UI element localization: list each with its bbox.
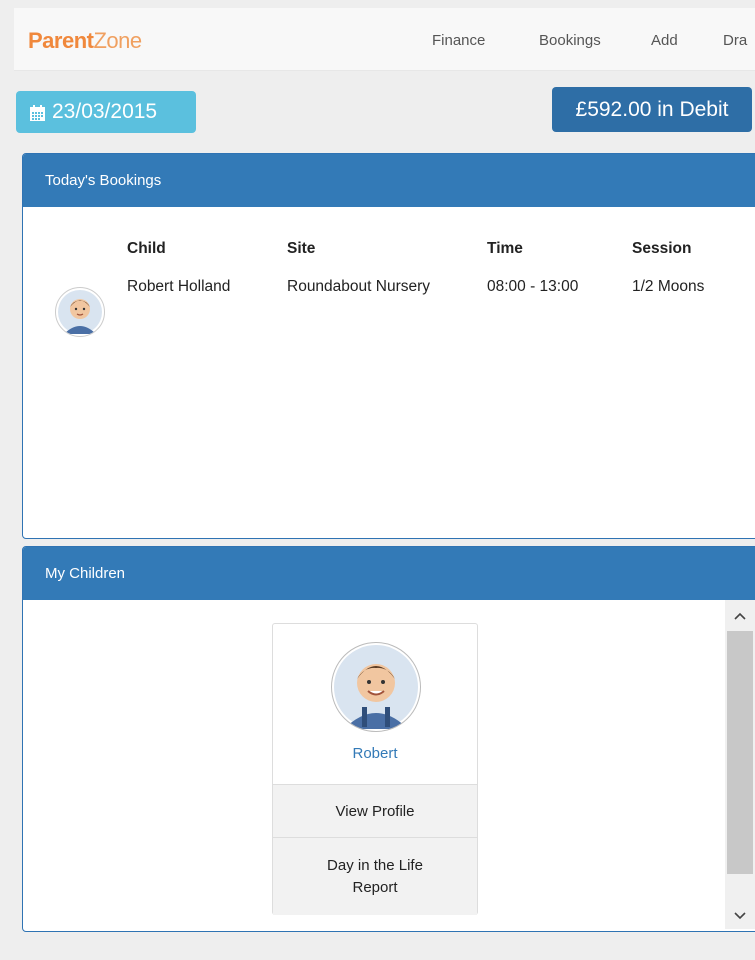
scroll-down-arrow-icon[interactable] xyxy=(725,907,755,923)
scrollbar[interactable] xyxy=(725,600,755,929)
nav-bookings[interactable]: Bookings xyxy=(539,32,601,49)
date-text: 23/03/2015 xyxy=(52,100,158,123)
nav-dra[interactable]: Dra xyxy=(723,32,747,49)
col-session: Session xyxy=(632,240,692,257)
col-site: Site xyxy=(287,240,316,257)
report-label-line1: Day in the Life xyxy=(327,857,423,874)
date-selector[interactable]: 23/03/2015 xyxy=(16,91,196,133)
table-row: Robert Holland Roundabout Nursery 08:00 … xyxy=(47,278,752,296)
child-card: Robert View Profile Day in the Life Repo… xyxy=(272,623,478,915)
col-time: Time xyxy=(487,240,523,257)
report-label-line2: Report xyxy=(352,879,398,896)
cell-time: 08:00 - 13:00 xyxy=(487,278,579,295)
calendar-icon xyxy=(29,104,46,121)
nav-add[interactable]: Add xyxy=(651,32,678,49)
child-avatar xyxy=(55,287,105,337)
panel-title: Today's Bookings xyxy=(23,154,755,207)
brand-logo[interactable]: ParentZone xyxy=(28,28,142,54)
child-name-link[interactable]: Robert xyxy=(273,745,477,762)
child-photo[interactable] xyxy=(331,642,421,732)
cell-site: Roundabout Nursery xyxy=(287,278,431,295)
scrollbar-thumb[interactable] xyxy=(727,631,753,874)
cell-child: Robert Holland xyxy=(127,278,231,295)
panel-title: My Children xyxy=(23,547,755,600)
col-child: Child xyxy=(127,240,166,257)
todays-bookings-panel: Today's Bookings Child Site Time Session… xyxy=(22,153,755,539)
view-profile-button[interactable]: View Profile xyxy=(273,784,477,837)
nav-finance[interactable]: Finance xyxy=(432,32,485,49)
cell-session: 1/2 Moons xyxy=(632,278,705,295)
bookings-table: Child Site Time Session Robert Holland R… xyxy=(47,240,752,296)
scroll-up-arrow-icon[interactable] xyxy=(725,607,755,623)
balance-button[interactable]: £592.00 in Debit xyxy=(552,87,752,132)
day-in-life-report-button[interactable]: Day in the Life Report xyxy=(273,837,477,915)
top-navbar: ParentZone Finance Bookings Add Dra xyxy=(14,8,755,71)
